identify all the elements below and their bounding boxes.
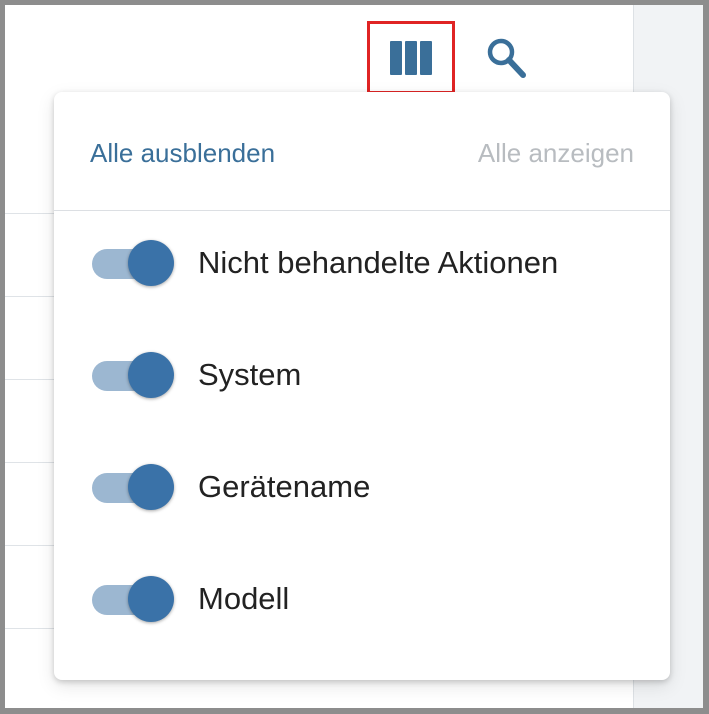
search-button[interactable]: [483, 35, 529, 81]
column-visibility-popover: Alle ausblenden Alle anzeigen Nicht beha…: [54, 92, 670, 680]
column-toggle-label: Nicht behandelte Aktionen: [198, 245, 559, 280]
search-icon: [487, 38, 526, 78]
toggle-switch[interactable]: [92, 575, 176, 623]
switch-thumb: [128, 240, 174, 286]
columns-button[interactable]: [367, 21, 455, 94]
column-toggle-row[interactable]: Modell: [54, 569, 670, 629]
column-toggle-label: Gerätename: [198, 469, 371, 504]
toggle-switch[interactable]: [92, 463, 176, 511]
column-toggle-row[interactable]: System: [54, 345, 670, 405]
switch-thumb: [128, 576, 174, 622]
toggle-switch[interactable]: [92, 239, 176, 287]
view-column-icon: [390, 40, 432, 75]
switch-thumb: [128, 464, 174, 510]
popover-header: Alle ausblenden Alle anzeigen: [54, 92, 670, 211]
column-toggle-row[interactable]: Nicht behandelte Aktionen: [54, 233, 670, 293]
toggle-switch[interactable]: [92, 351, 176, 399]
show-all-link[interactable]: Alle anzeigen: [478, 138, 634, 169]
column-toggle-label: Modell: [198, 581, 290, 616]
column-toggle-label: System: [198, 357, 302, 392]
switch-thumb: [128, 352, 174, 398]
column-toggle-row[interactable]: Gerätename: [54, 457, 670, 517]
hide-all-link[interactable]: Alle ausblenden: [90, 138, 275, 169]
